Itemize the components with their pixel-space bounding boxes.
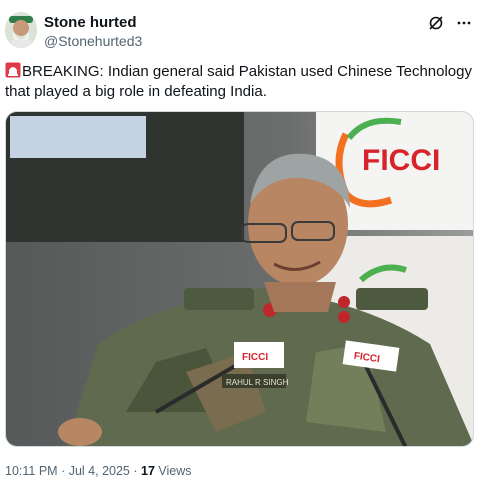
tweet-body: BREAKING: Indian general said Pakistan u… (5, 63, 472, 100)
mic-label-left: FICCI (242, 352, 268, 363)
tweet-date[interactable]: Jul 4, 2025 (69, 464, 130, 478)
more-options-icon[interactable] (455, 14, 473, 32)
author-display-name[interactable]: Stone hurted (44, 14, 142, 32)
views-label: Views (158, 464, 192, 478)
tweet-card: Stone hurted @Stonehurted3 BREAKING: Ind… (0, 0, 487, 492)
views-count: 17 (141, 464, 155, 478)
media-photo: FICCI FICCI FICCI RAHUL R SINGH (6, 112, 473, 446)
uniform-name-tag: RAHUL R SINGH (226, 378, 289, 387)
tweet-meta: 10:11 PM · Jul 4, 2025 · 17 Views (5, 462, 192, 480)
backdrop-logo-text: FICCI (362, 144, 440, 177)
grok-icon[interactable] (427, 14, 445, 32)
tweet-media-image[interactable]: FICCI FICCI FICCI RAHUL R SINGH (5, 111, 474, 447)
avatar[interactable] (5, 12, 37, 48)
tweet-time[interactable]: 10:11 PM (5, 464, 58, 478)
avatar-image (5, 12, 37, 48)
siren-icon (5, 62, 21, 78)
tweet-text: BREAKING: Indian general said Pakistan u… (5, 62, 475, 102)
author-info: Stone hurted @Stonehurted3 (44, 14, 142, 50)
meta-separator: · (61, 464, 66, 478)
author-handle[interactable]: @Stonehurted3 (44, 32, 142, 50)
tweet-actions-top (427, 14, 473, 32)
meta-separator-2: · (133, 464, 138, 478)
